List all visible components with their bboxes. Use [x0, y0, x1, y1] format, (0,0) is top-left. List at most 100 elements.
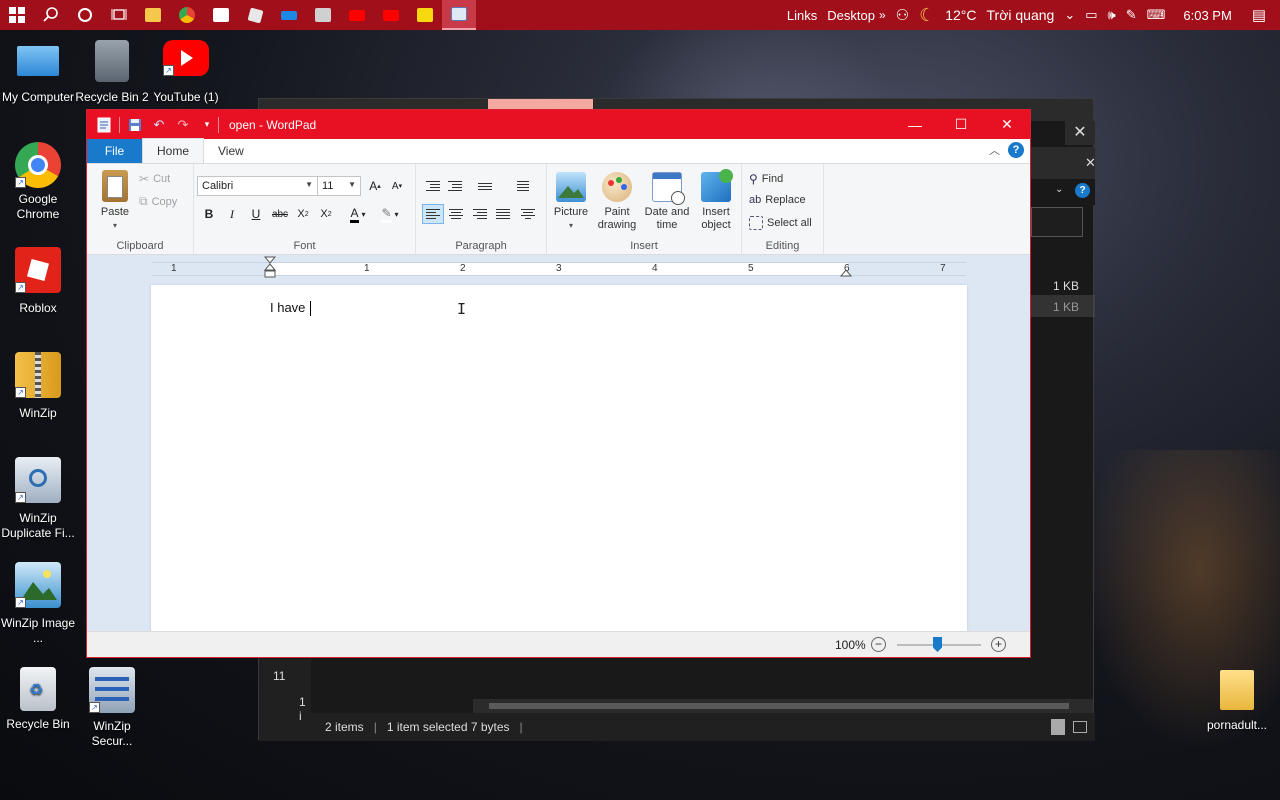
underline-icon[interactable]: U — [245, 204, 267, 224]
right-indent-marker[interactable] — [839, 268, 853, 278]
weather-temperature[interactable]: 12°C — [945, 7, 976, 23]
search-input[interactable] — [1031, 207, 1083, 237]
wordpad-titlebar[interactable]: ↶ ↷ ▾ open - WordPad — ☐ ✕ — [87, 110, 1030, 139]
pen-icon[interactable]: ✎ — [1126, 7, 1137, 23]
cortana-icon[interactable] — [68, 0, 102, 30]
weather-description[interactable]: Trời quang — [987, 7, 1055, 23]
date-time-button[interactable]: Date and time — [642, 172, 692, 232]
desktop-icon-roblox[interactable]: ↗ Roblox — [0, 247, 76, 316]
copy-button[interactable]: ⧉ Copy — [139, 194, 177, 209]
highlight-color-icon[interactable]: ✎ ▾ — [375, 204, 405, 224]
minimize-icon[interactable]: — — [892, 110, 938, 139]
bold-icon[interactable]: B — [198, 204, 220, 224]
tab-home[interactable]: Home — [142, 138, 205, 163]
taskbar-app-blue-icon[interactable] — [272, 0, 306, 30]
desktop-icon-recycle-bin-2[interactable]: Recycle Bin 2 — [74, 40, 150, 105]
collapse-ribbon-icon[interactable]: ︿ — [989, 142, 1000, 158]
clock[interactable]: 6:03 PM — [1183, 8, 1231, 23]
taskbar-photos-icon[interactable] — [306, 0, 340, 30]
zoom-in-icon[interactable]: + — [991, 637, 1006, 652]
wordpad-window[interactable]: ↶ ↷ ▾ open - WordPad — ☐ ✕ File Home Vie… — [86, 109, 1031, 658]
network-icon[interactable]: ▭ — [1085, 7, 1097, 23]
close-icon[interactable]: ✕ — [1085, 147, 1096, 179]
people-icon[interactable]: ⚇ — [896, 6, 909, 24]
undo-icon[interactable]: ↶ — [150, 116, 168, 134]
font-color-icon[interactable]: A ▾ — [343, 204, 373, 224]
superscript-icon[interactable]: X2 — [315, 204, 337, 224]
nav-item[interactable]: 11 — [273, 669, 285, 683]
grow-font-icon[interactable]: A ▴ — [364, 176, 386, 196]
paste-button[interactable]: Paste ▾ — [95, 170, 135, 232]
help-icon[interactable]: ? — [1008, 142, 1024, 158]
picture-button[interactable]: Picture ▾ — [553, 172, 589, 232]
task-view-icon[interactable] — [102, 0, 136, 30]
desktop-icon-pornadult-folder[interactable]: pornadult... — [1198, 670, 1276, 733]
help-icon[interactable]: ? — [1075, 183, 1090, 198]
toolbar-overflow-icon[interactable]: » — [879, 8, 886, 22]
keyboard-icon[interactable]: ⌨ — [1147, 7, 1166, 23]
align-left-icon[interactable] — [422, 204, 444, 224]
large-icons-view-icon[interactable] — [1073, 721, 1087, 733]
paint-drawing-button[interactable]: Paint drawing — [594, 172, 640, 232]
desktop-icon-winzip-secure[interactable]: ↗ WinZip Secur... — [74, 667, 150, 749]
cut-button[interactable]: ✂ Cut — [139, 172, 170, 186]
desktop-icon-google-chrome[interactable]: ↗ Google Chrome — [0, 142, 76, 222]
desktop-icon-youtube[interactable]: ↗ YouTube (1) — [148, 40, 224, 105]
taskbar-roblox-icon[interactable] — [238, 0, 272, 30]
shrink-font-icon[interactable]: A ▾ — [386, 176, 408, 196]
line-spacing-icon[interactable] — [508, 176, 538, 196]
zoom-out-icon[interactable]: − — [871, 637, 886, 652]
volume-icon[interactable]: 🕪 — [1108, 7, 1116, 23]
desktop-icon-recycle-bin[interactable]: ♻ Recycle Bin — [0, 667, 76, 732]
taskbar-chrome-icon[interactable] — [170, 0, 204, 30]
tab-view[interactable]: View — [204, 139, 258, 163]
nav-item[interactable]: 1 i — [299, 695, 311, 723]
zoom-slider-thumb[interactable] — [933, 637, 942, 652]
font-size-select[interactable]: 11 ▼ — [317, 176, 361, 196]
desktop-icon-my-computer[interactable]: My Computer — [0, 40, 76, 105]
details-view-icon[interactable] — [1051, 719, 1065, 735]
taskbar-file-explorer-icon[interactable] — [136, 0, 170, 30]
notification-icon[interactable]: ▤ — [1252, 6, 1266, 24]
taskbar-youtube-icon[interactable] — [340, 0, 374, 30]
scrollbar-thumb[interactable] — [489, 703, 1069, 709]
taskbar-sticky-notes-icon[interactable] — [408, 0, 442, 30]
font-family-select[interactable]: Calibri ▼ — [197, 176, 318, 196]
chevron-down-icon[interactable]: ⌄ — [1055, 184, 1063, 195]
redo-icon[interactable]: ↷ — [174, 116, 192, 134]
file-explorer-tab[interactable] — [488, 99, 593, 109]
taskbar-store-icon[interactable] — [204, 0, 238, 30]
search-icon[interactable] — [34, 0, 68, 30]
weather-moon-icon[interactable]: ☾ — [919, 5, 935, 26]
subscript-icon[interactable]: X2 — [292, 204, 314, 224]
find-button[interactable]: ⚲ Find — [749, 172, 783, 186]
strikethrough-icon[interactable]: abc — [269, 204, 291, 224]
decrease-indent-icon[interactable] — [422, 176, 444, 196]
replace-button[interactable]: ab Replace — [749, 194, 806, 206]
horizontal-scrollbar[interactable] — [473, 699, 1093, 713]
desktop-icon-winzip-duplicate[interactable]: ↗ WinZip Duplicate Fi... — [0, 457, 76, 541]
close-icon[interactable]: ✕ — [984, 110, 1030, 139]
document-page[interactable]: I have Ι — [151, 285, 967, 632]
paragraph-settings-icon[interactable] — [517, 204, 539, 224]
document-text[interactable]: I have — [270, 300, 312, 317]
save-icon[interactable] — [126, 116, 144, 134]
justify-icon[interactable] — [492, 204, 514, 224]
tab-file[interactable]: File — [87, 139, 142, 163]
increase-indent-icon[interactable] — [444, 176, 466, 196]
align-center-icon[interactable] — [445, 204, 467, 224]
maximize-icon[interactable]: ☐ — [938, 110, 984, 139]
align-right-icon[interactable] — [469, 204, 491, 224]
desktop-icon-winzip-image[interactable]: ↗ WinZip Image ... — [0, 562, 76, 646]
italic-icon[interactable]: I — [221, 204, 243, 224]
insert-object-button[interactable]: Insert object — [695, 169, 737, 232]
first-line-indent-marker[interactable] — [263, 256, 277, 282]
windows-start-icon[interactable] — [0, 0, 34, 30]
taskbar-wordpad-icon[interactable] — [442, 0, 476, 30]
bullets-icon[interactable] — [470, 176, 500, 196]
wordpad-app-icon[interactable] — [95, 116, 113, 134]
close-icon[interactable]: ✕ — [1065, 121, 1095, 145]
chevron-up-icon[interactable]: ⌄ — [1064, 7, 1075, 23]
select-all-button[interactable]: Select all — [749, 216, 812, 230]
desktop-icon-winzip[interactable]: ↗ WinZip — [0, 352, 76, 421]
